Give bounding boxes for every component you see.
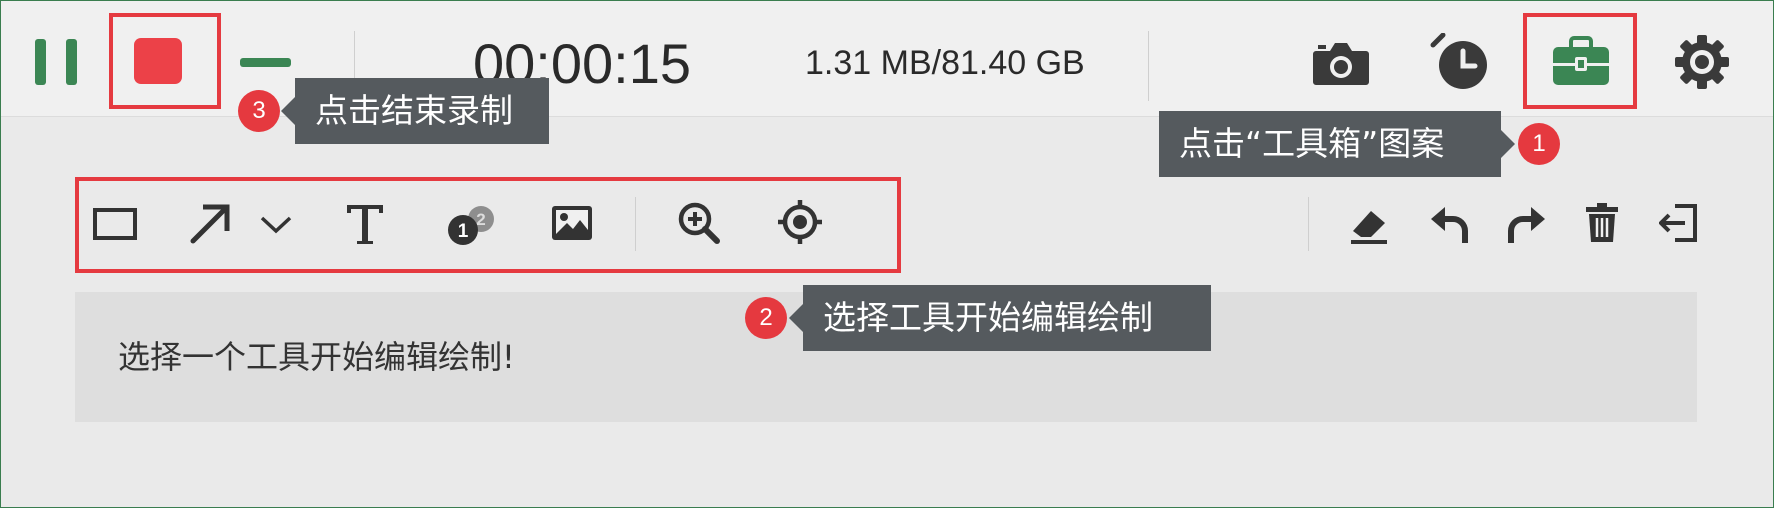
undo-icon[interactable]: [1429, 203, 1469, 245]
annotation-tooltip-1: 点击“工具箱”图案: [1159, 111, 1501, 177]
divider: [1148, 31, 1149, 101]
annotation-tooltip-3: 点击结束录制: [295, 78, 549, 144]
file-size-readout: 1.31 MB/81.40 GB: [805, 44, 1085, 82]
tooltip-arrow: [281, 97, 295, 125]
recorder-window: 00:00:15 1.31 MB/81.40 GB 2 1 选择一个工具开始编辑…: [0, 0, 1774, 508]
timer-clock-icon[interactable]: [1429, 33, 1491, 91]
camera-icon[interactable]: [1312, 39, 1370, 87]
annotation-number-3: 3: [238, 90, 280, 132]
gear-icon[interactable]: [1673, 33, 1731, 91]
trash-icon[interactable]: [1585, 203, 1619, 243]
edit-toolbar-highlight-box: [75, 177, 901, 273]
annotation-number-2: 2: [745, 297, 787, 339]
minimize-icon[interactable]: [240, 58, 291, 67]
annotation-tooltip-2: 选择工具开始编辑绘制: [803, 285, 1211, 351]
eraser-icon[interactable]: [1349, 205, 1389, 245]
redo-icon[interactable]: [1507, 203, 1547, 245]
pause-icon[interactable]: [35, 39, 81, 85]
stop-highlight-box: [109, 13, 221, 109]
exit-icon[interactable]: [1659, 203, 1699, 243]
hint-text: 选择一个工具开始编辑绘制!: [118, 338, 515, 376]
toolbox-highlight-box: [1523, 13, 1637, 109]
toolbar-divider: [1308, 197, 1309, 251]
tooltip-arrow: [789, 304, 803, 332]
tooltip-arrow: [1501, 130, 1515, 158]
annotation-number-1: 1: [1518, 123, 1560, 165]
